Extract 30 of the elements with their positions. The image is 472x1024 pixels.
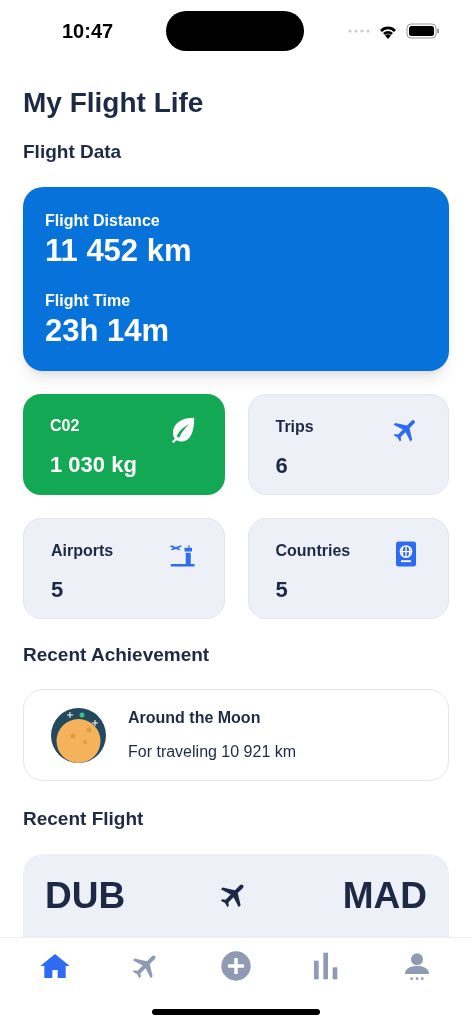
achievement-title: Around the Moon — [128, 708, 262, 728]
section-heading: Recent Achievement — [23, 642, 211, 667]
add-icon — [219, 950, 252, 982]
stat-card[interactable]: Trips 6 — [247, 393, 449, 495]
stat-value: 5 — [275, 575, 289, 604]
time-value: 23h 14m — [45, 312, 171, 349]
achievement-card[interactable]: Around the Moon For traveling 10 921 km — [23, 689, 449, 781]
stat-label: Trips — [275, 416, 314, 437]
time-label: Flight Time — [45, 290, 132, 311]
distance-label: Flight Distance — [45, 210, 161, 231]
recent-flight-card[interactable]: DUB MAD — [23, 853, 449, 937]
stat-value: 6 — [275, 451, 289, 480]
stat-card[interactable]: Airports 5 — [23, 517, 225, 619]
origin-code: DUB — [45, 873, 126, 918]
page-title: My Flight Life — [23, 86, 205, 120]
stat-value: 1 030 kg — [50, 450, 137, 479]
destination-code: MAD — [342, 873, 427, 918]
stat-label: Airports — [51, 540, 114, 561]
section-heading: Flight Data — [23, 140, 123, 164]
signal-icon — [348, 29, 370, 33]
achievement-description: For traveling 10 921 km — [128, 742, 297, 762]
distance-value: 11 452 km — [45, 232, 193, 269]
stat-label: C02 — [50, 415, 81, 436]
status-time: 10:47 — [62, 19, 115, 44]
section-heading: Recent Flight — [23, 807, 145, 831]
stat-card[interactable]: Countries 5 — [247, 517, 449, 619]
stat-label: Countries — [275, 540, 351, 561]
moon-badge-icon — [51, 707, 106, 763]
stat-value: 5 — [51, 575, 65, 604]
battery-icon — [406, 23, 440, 39]
